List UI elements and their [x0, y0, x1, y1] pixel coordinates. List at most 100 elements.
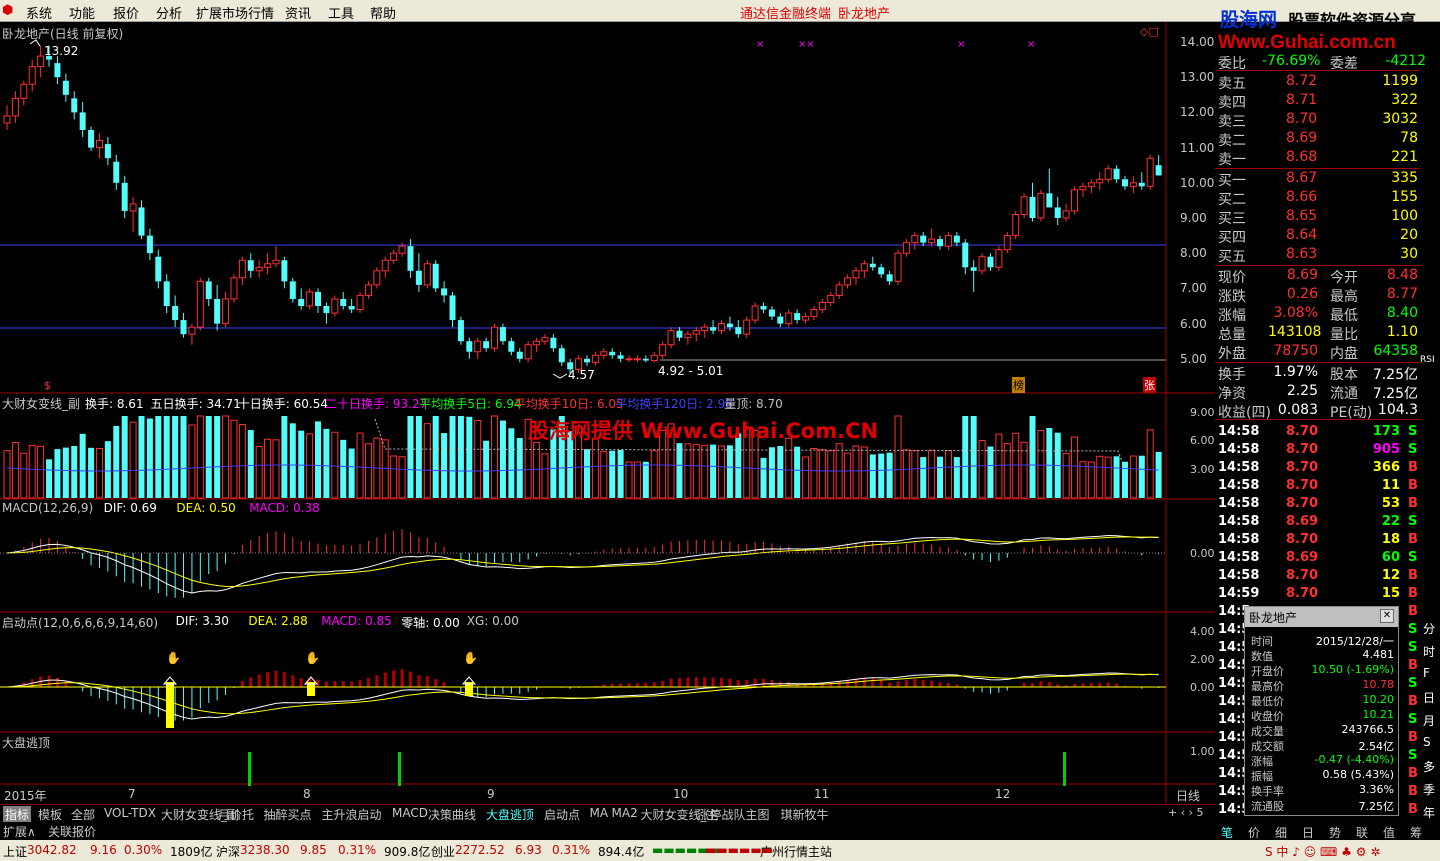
- indicator-tab[interactable]: 决策曲线: [426, 806, 478, 822]
- turnover-bar: [609, 450, 616, 498]
- indicator-tab[interactable]: 指标: [3, 806, 32, 822]
- indicator-tab[interactable]: 模板: [36, 806, 64, 822]
- tick-row[interactable]: 14:58 8.70 53 B: [1218, 496, 1440, 514]
- right-tab[interactable]: F: [1423, 666, 1430, 680]
- menu-info[interactable]: 资讯: [285, 3, 311, 22]
- server-label[interactable]: 广州行情主站: [760, 843, 832, 860]
- tick-row[interactable]: 14:58 8.70 905 S: [1218, 442, 1440, 460]
- right-tab[interactable]: 分: [1423, 620, 1435, 637]
- indicator-tab[interactable]: MACD: [390, 806, 430, 822]
- menu-quote[interactable]: 报价: [113, 3, 139, 22]
- buy-row[interactable]: 买一 8.67 335: [1218, 170, 1432, 189]
- sell-row[interactable]: 卖五 8.72 1199: [1218, 73, 1432, 92]
- indicator-tab[interactable]: 大盘逃顶: [484, 806, 536, 822]
- stat-row[interactable]: 现价 8.69 今开 8.48: [1218, 267, 1432, 286]
- turnover-bar: [1062, 452, 1070, 499]
- buy-row[interactable]: 买五 8.63 30: [1218, 246, 1432, 265]
- tick-row[interactable]: 14:58 8.69 22 S: [1218, 514, 1440, 532]
- stat-row[interactable]: 涨幅 3.08% 最低 8.40: [1218, 305, 1432, 324]
- turnover-bar: [633, 461, 641, 499]
- turnover-bar: [188, 424, 196, 499]
- stat-row[interactable]: 总量 143108 量比 1.10: [1218, 324, 1432, 343]
- tick-volume: 12: [1381, 568, 1400, 583]
- popup-value: 10.20: [1362, 693, 1395, 706]
- related-quote-tab[interactable]: 关联报价: [48, 823, 96, 840]
- index-sz-label[interactable]: 沪深: [216, 843, 240, 860]
- tick-row[interactable]: 14:59 8.70 15 B: [1218, 586, 1440, 604]
- close-icon[interactable]: ✕: [1380, 609, 1394, 623]
- stat-value: 3.08%: [1273, 305, 1318, 321]
- indicator-tab[interactable]: 月价托: [216, 806, 256, 822]
- menu-extended-market[interactable]: 扩展市场行情: [196, 3, 274, 22]
- menu-help[interactable]: 帮助: [370, 3, 396, 22]
- quote-tab[interactable]: 笔: [1221, 824, 1233, 841]
- right-tab[interactable]: 日: [1423, 689, 1435, 706]
- right-tab[interactable]: 月: [1423, 712, 1435, 729]
- indicator-tab[interactable]: 抽醉买点: [262, 806, 314, 822]
- buy-price: 8.64: [1286, 227, 1318, 243]
- expand-tab[interactable]: 扩展∧: [3, 823, 36, 840]
- quote-tab[interactable]: 联: [1356, 824, 1368, 841]
- turnover-bar: [289, 423, 296, 498]
- info-popup[interactable]: 卧龙地产 ✕ 时间 2015/12/28/一 数值 4.481 开盘价 10.50 (-1…: [1244, 606, 1399, 816]
- right-tab-rsi[interactable]: RSI: [1420, 355, 1435, 365]
- candle: [432, 260, 439, 292]
- quote-tab[interactable]: 势: [1329, 824, 1341, 841]
- zhang-badge[interactable]: 张: [1143, 377, 1156, 393]
- sell-row[interactable]: 卖二 8.69 78: [1218, 130, 1432, 149]
- ime-icon[interactable]: S 中 ♪ ☺ ⌨ ♣ ⚙ ✲: [1265, 843, 1380, 860]
- tick-row[interactable]: 14:58 8.69 60 S: [1218, 550, 1440, 568]
- buy-row[interactable]: 买四 8.64 20: [1218, 227, 1432, 246]
- indicator-tab[interactable]: 涨停战队主图: [696, 806, 772, 822]
- index-cy-label[interactable]: 创业: [431, 843, 455, 860]
- indicator-tab[interactable]: 琪新牧牛: [779, 806, 831, 822]
- tick-row[interactable]: 14:58 8.70 11 B: [1218, 478, 1440, 496]
- indicator-tab[interactable]: MA2: [610, 806, 640, 822]
- turnover-indicator-name[interactable]: 大财女变线_副: [2, 395, 80, 412]
- sell-row[interactable]: 卖四 8.71 322: [1218, 92, 1432, 111]
- buy-row[interactable]: 买三 8.65 100: [1218, 208, 1432, 227]
- quote-tab[interactable]: 日: [1302, 824, 1314, 841]
- quote-tab[interactable]: 筹: [1410, 824, 1422, 841]
- right-tab[interactable]: 季: [1423, 781, 1435, 798]
- indicator-tab[interactable]: VOL-TDX: [102, 806, 158, 822]
- tick-row[interactable]: 14:58 8.70 18 B: [1218, 532, 1440, 550]
- main-chart-svg[interactable]: ✋ ✋ ✋ × ×× × ×: [0, 22, 1215, 804]
- chart-area[interactable]: ✋ ✋ ✋ × ×× × × 卧龙地产(日线 前复权) 13.92 4.57 4…: [0, 22, 1215, 804]
- fin-row[interactable]: 换手 1.97% 股本 7.25亿: [1218, 364, 1432, 383]
- popup-value: 10.50 (-1.69%): [1311, 663, 1394, 676]
- indicator-tab[interactable]: 启动点: [542, 806, 582, 822]
- quote-tab[interactable]: 值: [1383, 824, 1395, 841]
- sell-row[interactable]: 卖一 8.68 221: [1218, 149, 1432, 168]
- chart-corner-icon[interactable]: ◇□: [1140, 25, 1159, 38]
- quote-tab[interactable]: 细: [1275, 824, 1287, 841]
- menu-function[interactable]: 功能: [69, 3, 95, 22]
- indicator-tab[interactable]: 主升浪启动: [320, 806, 384, 822]
- indicator-tab[interactable]: MA: [588, 806, 611, 822]
- tick-row[interactable]: 14:58 8.70 366 B: [1218, 460, 1440, 478]
- menu-analysis[interactable]: 分析: [156, 3, 182, 22]
- bang-badge[interactable]: 榜: [1012, 377, 1025, 393]
- right-tab[interactable]: 时: [1423, 643, 1435, 660]
- right-tab[interactable]: 多: [1423, 758, 1435, 775]
- right-tab[interactable]: S: [1423, 735, 1431, 749]
- menu-system[interactable]: 系统: [26, 3, 52, 22]
- quote-tab[interactable]: 价: [1248, 824, 1260, 841]
- sell-row[interactable]: 卖三 8.70 3032: [1218, 111, 1432, 130]
- stat-row[interactable]: 外盘 78750 内盘 64358: [1218, 343, 1432, 362]
- index-sh-label[interactable]: 上证: [3, 843, 27, 860]
- fin-row[interactable]: 净资 2.25 流通 7.25亿: [1218, 383, 1432, 402]
- turnover-bar: [238, 423, 246, 499]
- tick-row[interactable]: 14:58 8.70 12 B: [1218, 568, 1440, 586]
- stat-label: 外盘: [1218, 346, 1246, 362]
- candle: [230, 274, 238, 303]
- period-label[interactable]: 日线: [1176, 787, 1200, 804]
- tick-row[interactable]: 14:58 8.70 173 S: [1218, 424, 1440, 442]
- indicator-tab[interactable]: 全部: [69, 806, 97, 822]
- right-tab[interactable]: 年: [1423, 804, 1435, 821]
- app-logo-icon: ⬢: [2, 3, 14, 18]
- menu-tools[interactable]: 工具: [328, 3, 354, 22]
- stat-row[interactable]: 涨跌 0.26 最高 8.77: [1218, 286, 1432, 305]
- buy-row[interactable]: 买二 8.66 155: [1218, 189, 1432, 208]
- zoom-controls[interactable]: + ‹ › 5: [1168, 806, 1204, 819]
